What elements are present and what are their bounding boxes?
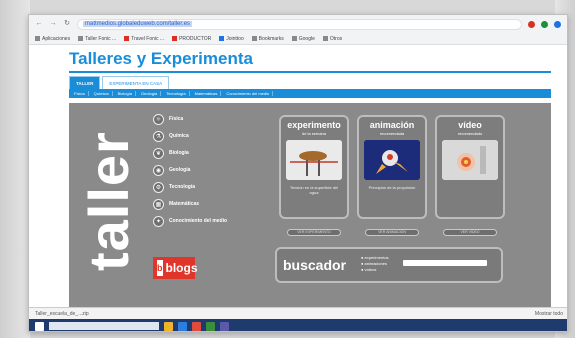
search-input[interactable] [403, 260, 487, 266]
atom-icon: ⚛ [153, 114, 164, 125]
profile-icon[interactable] [554, 20, 561, 28]
subnav-item[interactable]: Matemáticas [192, 91, 222, 96]
windows-start-icon[interactable] [35, 321, 44, 331]
subnav-item[interactable]: Biología [115, 91, 137, 96]
card-caption: Principios de la propulsión [368, 185, 416, 190]
calculator-icon: ▦ [153, 199, 164, 210]
card-subtitle: recomendada [379, 131, 405, 136]
download-bar: Taller_escuela_de_...zip Mostrar todo [29, 307, 567, 319]
bookmark-item[interactable]: Jointtoo [219, 36, 244, 42]
search-options: ● experimentos ● animaciones ● vídeos [361, 255, 389, 273]
extension-icon[interactable] [541, 20, 548, 28]
search-label: buscador [283, 257, 347, 273]
web-page: Talleres y Experimenta TALLER EXPERIMENT… [29, 45, 567, 307]
subnav-item[interactable]: Química [91, 91, 113, 96]
sidebar-item-biologia[interactable]: ❦ Biología [153, 145, 243, 162]
card-button[interactable]: VER ANIMACIÓN [365, 229, 419, 236]
blogs-label: blogs [165, 261, 198, 275]
url-text: mattmedios.globaleduweb.com/taller.es [83, 21, 193, 27]
sidebar-item-matematicas[interactable]: ▦ Matemáticas [153, 196, 243, 213]
show-all-link[interactable]: Mostrar todo [535, 311, 563, 317]
browser-window: ← → ↻ mattmedios.globaleduweb.com/taller… [28, 14, 568, 332]
blogs-button[interactable]: b blogs [153, 257, 198, 279]
subnav-item[interactable]: Física [71, 91, 89, 96]
bookmark-item[interactable]: Travel Fonic ... [124, 36, 164, 42]
globe-icon: ◉ [153, 165, 164, 176]
back-icon[interactable]: ← [35, 20, 43, 28]
compass-icon: ✦ [153, 216, 164, 227]
search-option[interactable]: ● vídeos [361, 267, 389, 273]
subnav-item[interactable]: Tecnología [163, 91, 190, 96]
card-subtitle: recomendado [457, 131, 483, 136]
card-button[interactable]: VER EXPERIMENTO [287, 229, 341, 236]
flask-icon: ⚗ [153, 131, 164, 142]
forward-icon[interactable]: → [49, 20, 57, 28]
taller-heading: taller [77, 131, 140, 271]
card-title: vídeo [458, 120, 482, 130]
card-title: animación [369, 120, 415, 130]
folder-icon[interactable] [164, 321, 173, 331]
paper-background-left [0, 0, 30, 338]
app-icon[interactable] [206, 321, 215, 331]
leaf-icon: ❦ [153, 148, 164, 159]
subject-sidebar: ⚛ Física ⚗ Química ❦ Biología ◉ Geología… [153, 111, 243, 230]
bookmark-item[interactable]: PRODUCTOR [172, 36, 211, 42]
taller-panel: taller ⚛ Física ⚗ Química ❦ Biología ◉ G… [69, 103, 551, 307]
taskbar-search[interactable] [49, 322, 159, 330]
animation-image [364, 140, 420, 180]
address-bar[interactable]: mattmedios.globaleduweb.com/taller.es [77, 18, 522, 30]
subnav-item[interactable]: Geología [138, 91, 162, 96]
sidebar-item-geologia[interactable]: ◉ Geología [153, 162, 243, 179]
card-title: experimento [287, 120, 341, 130]
card-animacion[interactable]: animación recomendada Principios de la p… [357, 115, 427, 236]
chrome-icon[interactable] [192, 321, 201, 331]
page-title: Talleres y Experimenta [69, 49, 253, 68]
extension-icon[interactable] [528, 20, 535, 28]
card-button[interactable]: VER VÍDEO [443, 229, 497, 236]
sidebar-item-conocimiento[interactable]: ✦ Conocimiento del medio [153, 213, 243, 230]
card-subtitle: de la semana [301, 131, 326, 136]
subnav-item[interactable]: Conocimiento del medio [223, 91, 274, 96]
subject-nav: Física Química Biología Geología Tecnolo… [69, 89, 551, 98]
sidebar-item-quimica[interactable]: ⚗ Química [153, 128, 243, 145]
bookmarks-bar: Aplicaciones Taller Fonic ... Travel Fon… [29, 33, 567, 45]
bookmark-item[interactable]: Otros [322, 36, 342, 42]
gear-icon: ⚙ [153, 182, 164, 193]
bookmark-item[interactable]: Aplicaciones [35, 36, 70, 42]
card-experimento[interactable]: experimento de la semana Tensión en la s… [279, 115, 349, 236]
title-divider [69, 71, 551, 73]
card-caption: Tensión en la superficie del agua [289, 185, 339, 196]
download-item[interactable]: Taller_escuela_de_...zip [35, 311, 89, 317]
app-icon[interactable] [220, 321, 229, 331]
video-thumbnail[interactable] [442, 140, 498, 180]
browser-toolbar: ← → ↻ mattmedios.globaleduweb.com/taller… [29, 15, 567, 33]
blogs-logo-icon: b [157, 260, 163, 276]
bookmark-item[interactable]: Google [291, 36, 315, 42]
experiment-image [286, 140, 342, 180]
bookmark-item[interactable]: Taller Fonic ... [78, 36, 116, 42]
windows-taskbar [29, 319, 567, 331]
sidebar-item-tecnologia[interactable]: ⚙ Tecnología [153, 179, 243, 196]
card-video[interactable]: vídeo recomendado VER VÍDEO [435, 115, 505, 236]
edge-icon[interactable] [178, 321, 187, 331]
reload-icon[interactable]: ↻ [63, 20, 71, 28]
sidebar-item-fisica[interactable]: ⚛ Física [153, 111, 243, 128]
bookmark-item[interactable]: Bookmarks [251, 36, 284, 42]
search-panel: buscador ● experimentos ● animaciones ● … [275, 247, 503, 283]
